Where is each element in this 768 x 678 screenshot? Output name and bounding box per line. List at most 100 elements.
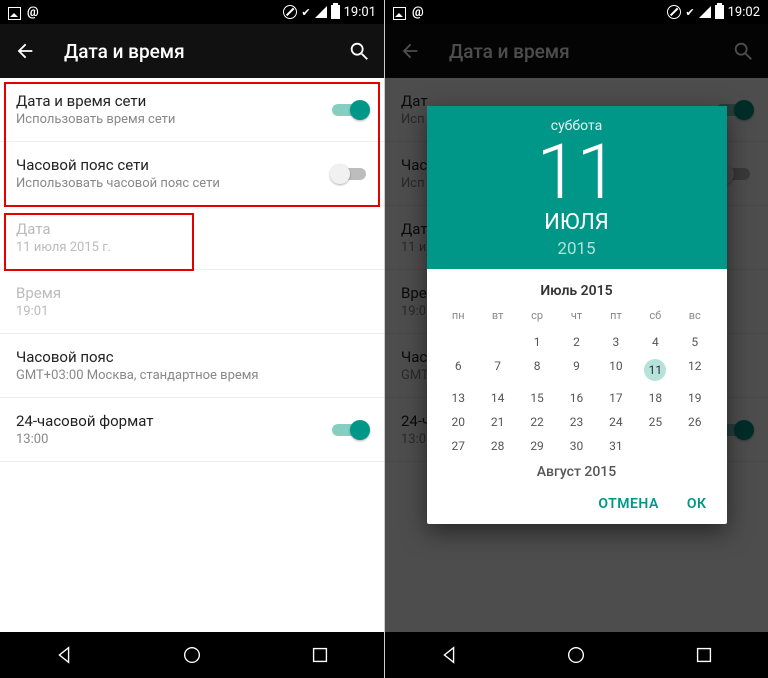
back-icon[interactable]: [14, 40, 36, 62]
calendar-day[interactable]: 22: [517, 410, 556, 434]
toggle-24h-format[interactable]: [332, 420, 368, 440]
calendar-day[interactable]: 3: [596, 330, 635, 354]
navigation-bar: [0, 632, 384, 678]
calendar-day[interactable]: 2: [557, 330, 596, 354]
cancel-button[interactable]: ОТМЕНА: [598, 496, 658, 512]
row-time: Время 19:01: [0, 270, 384, 333]
header-month: ИЮЛЯ: [427, 210, 727, 235]
calendar-day[interactable]: 5: [675, 330, 714, 354]
calendar-day[interactable]: 30: [557, 434, 596, 458]
calendar-next-month-title: Август 2015: [439, 458, 715, 486]
row-date: Дата 11 июля 2015 г.: [0, 206, 384, 269]
battery-icon: [715, 5, 724, 19]
calendar-day[interactable]: 6: [439, 354, 478, 386]
nav-home-icon[interactable]: [181, 644, 203, 666]
check-icon: [301, 5, 310, 20]
image-icon: [8, 7, 21, 20]
row-network-timezone[interactable]: Часовой пояс сети Использовать часовой п…: [0, 142, 384, 205]
row-subtitle: Использовать время сети: [16, 112, 332, 127]
calendar-dow-header: сб: [636, 305, 675, 330]
ok-button[interactable]: ОК: [687, 496, 707, 512]
status-bar: 19:02: [385, 0, 768, 24]
calendar-day[interactable]: 25: [636, 410, 675, 434]
clock-text: 19:01: [344, 5, 376, 20]
row-subtitle: GMT+03:00 Москва, стандартное время: [16, 368, 368, 383]
calendar-grid: пнвтсрчтптсбвс12345678910111213141516171…: [439, 305, 715, 458]
row-24h-format[interactable]: 24-часовой формат 13:00: [0, 398, 384, 461]
navigation-bar: [385, 632, 768, 678]
row-title: Дата и время сети: [16, 92, 332, 110]
clock-text: 19:02: [728, 5, 760, 20]
calendar-day[interactable]: 16: [557, 386, 596, 410]
row-timezone[interactable]: Часовой пояс GMT+03:00 Москва, стандартн…: [0, 334, 384, 397]
settings-list: Дата и время сети Использовать время сет…: [0, 78, 384, 632]
header-day[interactable]: 11: [427, 134, 727, 210]
row-subtitle: Использовать часовой пояс сети: [16, 176, 332, 191]
screenshot-right: 19:02 Дата и время ДатИсп ЧасИсп Дата11 …: [384, 0, 768, 678]
calendar-dow-header: пн: [439, 305, 478, 330]
calendar-day[interactable]: 27: [439, 434, 478, 458]
calendar-day[interactable]: 19: [675, 386, 714, 410]
battery-icon: [331, 5, 340, 19]
calendar-day[interactable]: 23: [557, 410, 596, 434]
header-dayofweek: суббота: [427, 118, 727, 134]
calendar-day[interactable]: 4: [636, 330, 675, 354]
calendar-day[interactable]: 11: [636, 354, 675, 386]
row-subtitle: 11 июля 2015 г.: [16, 240, 368, 255]
signal-icon: [315, 6, 327, 18]
nav-recent-icon[interactable]: [693, 644, 715, 666]
calendar-dow-header: чт: [557, 305, 596, 330]
calendar-day[interactable]: 21: [478, 410, 517, 434]
calendar-day[interactable]: 26: [675, 410, 714, 434]
row-title: Дата: [16, 220, 368, 238]
at-icon: [27, 5, 39, 20]
app-bar: Дата и время: [0, 24, 384, 78]
nav-back-icon[interactable]: [438, 644, 460, 666]
calendar-dow-header: вт: [478, 305, 517, 330]
signal-icon: [699, 6, 711, 18]
image-icon: [393, 7, 406, 20]
at-icon: [412, 5, 424, 20]
calendar-dow-header: ср: [517, 305, 556, 330]
calendar-day[interactable]: 9: [557, 354, 596, 386]
row-network-datetime[interactable]: Дата и время сети Использовать время сет…: [0, 78, 384, 141]
calendar-day[interactable]: 14: [478, 386, 517, 410]
check-icon: [685, 5, 694, 20]
calendar-day[interactable]: 15: [517, 386, 556, 410]
calendar-day[interactable]: 18: [636, 386, 675, 410]
do-not-disturb-icon: [667, 5, 681, 19]
date-picker-header: суббота 11 ИЮЛЯ 2015: [427, 106, 727, 269]
nav-recent-icon[interactable]: [309, 644, 331, 666]
toggle-network-datetime[interactable]: [332, 100, 368, 120]
row-title: 24-часовой формат: [16, 412, 332, 430]
calendar-day[interactable]: 24: [596, 410, 635, 434]
calendar-day[interactable]: 7: [478, 354, 517, 386]
header-year[interactable]: 2015: [427, 239, 727, 259]
nav-back-icon[interactable]: [53, 644, 75, 666]
row-title: Часовой пояс сети: [16, 156, 332, 174]
calendar-day[interactable]: 12: [675, 354, 714, 386]
calendar-day[interactable]: 13: [439, 386, 478, 410]
date-picker-body: Июль 2015 пнвтсрчтптсбвс1234567891011121…: [427, 269, 727, 486]
calendar-dow-header: вс: [675, 305, 714, 330]
calendar-day[interactable]: 8: [517, 354, 556, 386]
dialog-actions: ОТМЕНА ОК: [427, 486, 727, 524]
calendar-dow-header: пт: [596, 305, 635, 330]
calendar-day[interactable]: 17: [596, 386, 635, 410]
calendar-day[interactable]: 29: [517, 434, 556, 458]
page-title: Дата и время: [64, 40, 320, 63]
calendar-month-title: Июль 2015: [439, 277, 715, 305]
calendar-day[interactable]: 31: [596, 434, 635, 458]
toggle-network-timezone[interactable]: [332, 164, 368, 184]
row-subtitle: 13:00: [16, 432, 332, 447]
do-not-disturb-icon: [283, 5, 297, 19]
calendar-day[interactable]: 1: [517, 330, 556, 354]
calendar-day[interactable]: 28: [478, 434, 517, 458]
screenshot-left: 19:01 Дата и время Дата и время сети Исп…: [0, 0, 384, 678]
calendar-day[interactable]: 10: [596, 354, 635, 386]
search-icon[interactable]: [348, 40, 370, 62]
calendar-day[interactable]: 20: [439, 410, 478, 434]
row-title: Время: [16, 284, 368, 302]
row-subtitle: 19:01: [16, 304, 368, 319]
nav-home-icon[interactable]: [565, 644, 587, 666]
